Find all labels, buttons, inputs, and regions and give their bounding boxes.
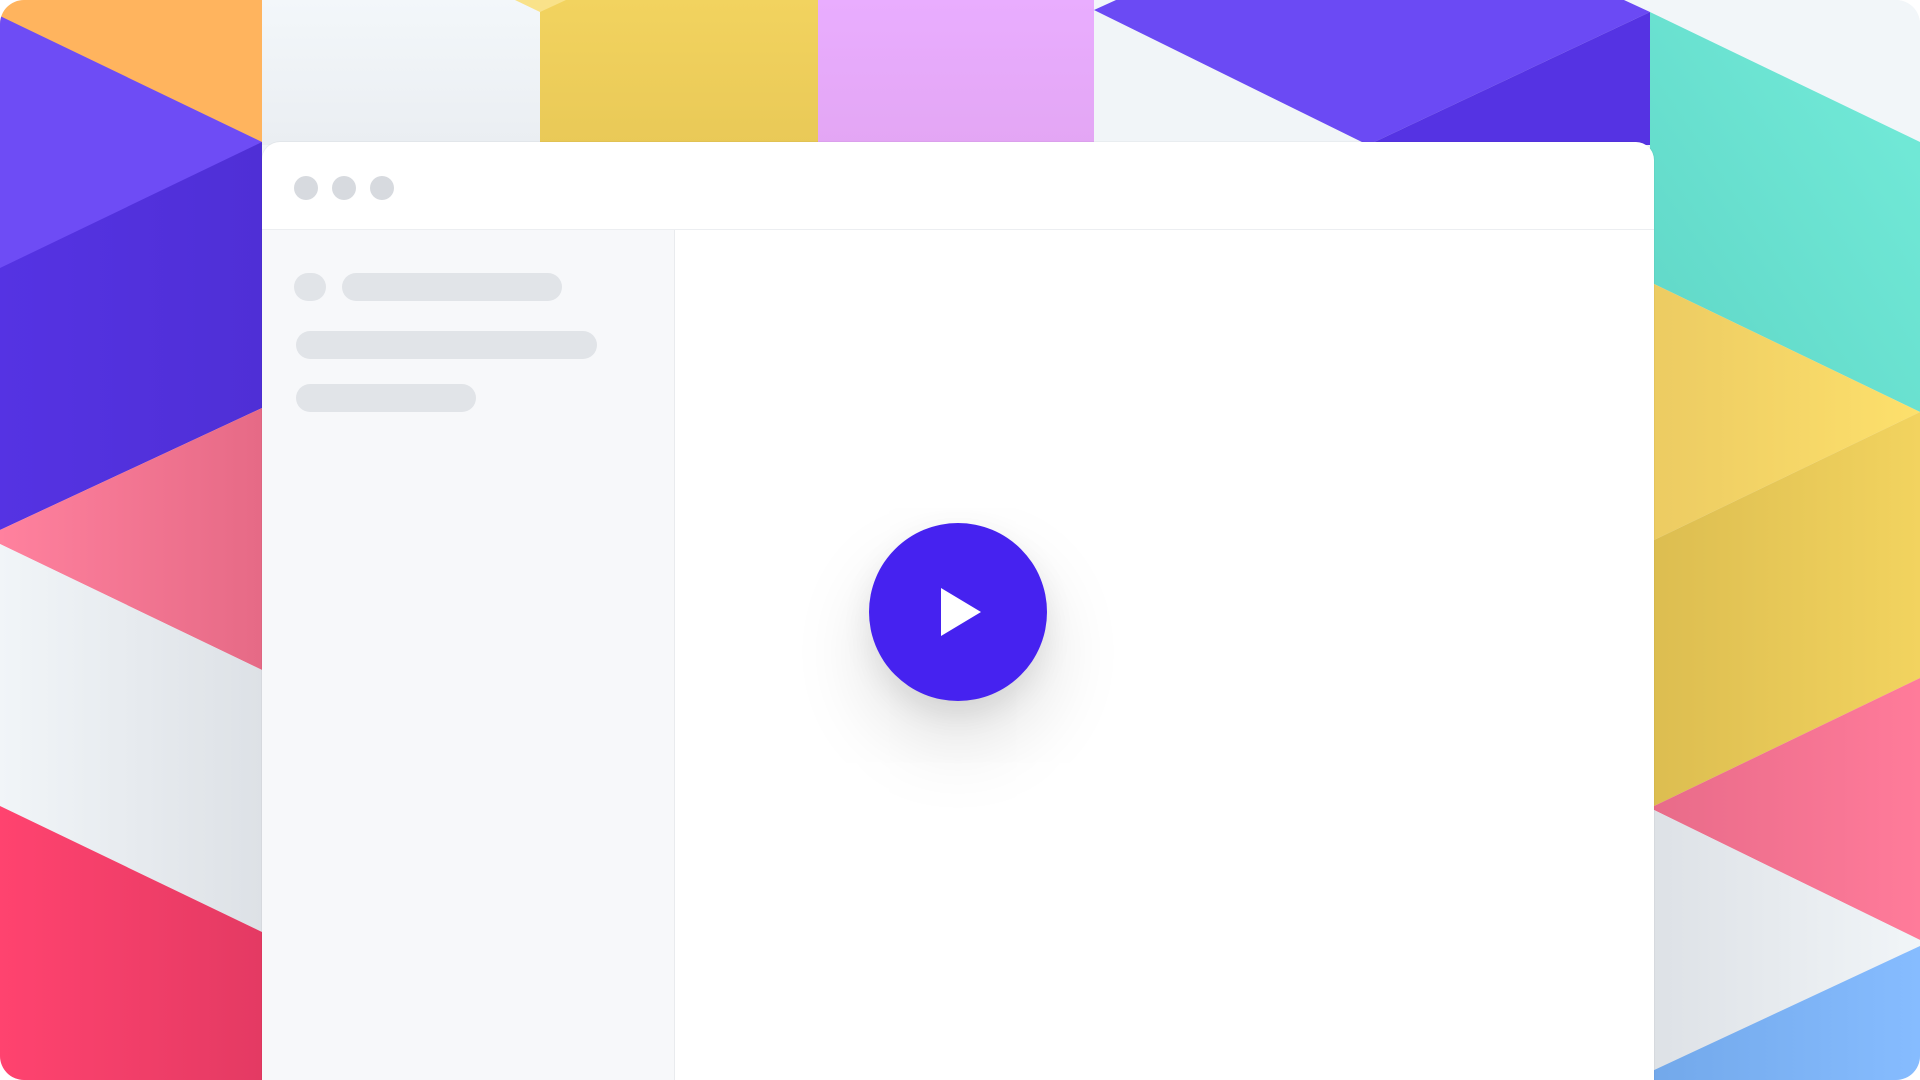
play-video-button[interactable]: [869, 523, 1047, 701]
sidebar-placeholder-line: [296, 384, 476, 412]
window-titlebar: [262, 142, 1654, 230]
main-content: [675, 230, 1654, 1080]
play-icon: [941, 588, 981, 636]
sidebar-placeholder-icon: [294, 273, 326, 301]
sidebar-placeholder-line: [296, 331, 597, 359]
sidebar: [262, 230, 675, 1080]
window-close-dot-icon[interactable]: [294, 176, 318, 200]
window-minimize-dot-icon[interactable]: [332, 176, 356, 200]
window-maximize-dot-icon[interactable]: [370, 176, 394, 200]
hero-illustration: [0, 0, 1920, 1080]
sidebar-placeholder-line: [342, 273, 562, 301]
